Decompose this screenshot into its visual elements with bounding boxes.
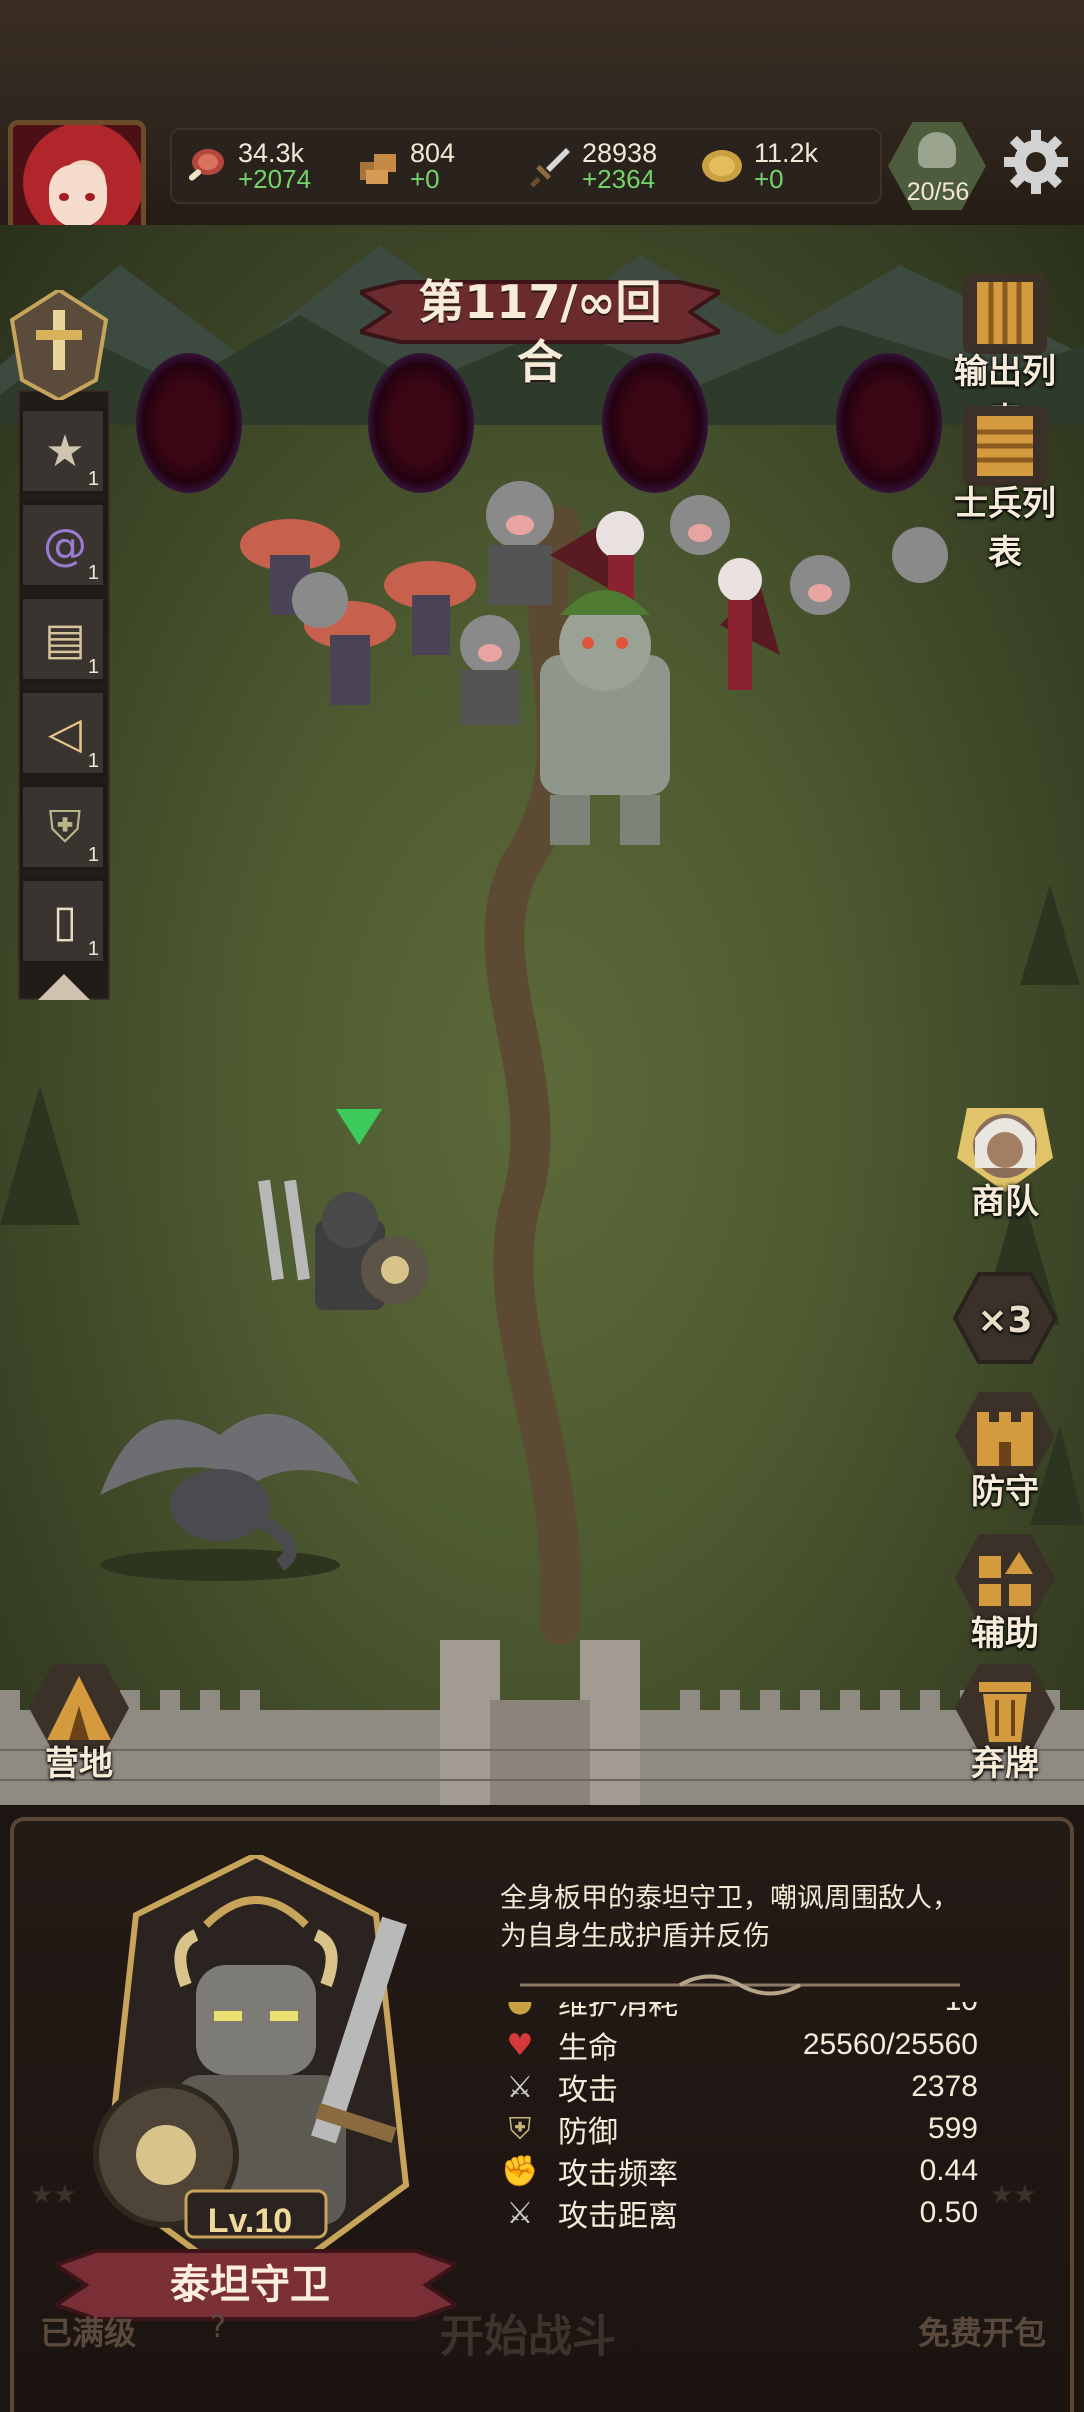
coin-icon	[696, 140, 748, 192]
soldier-list-label: 士兵列表	[954, 484, 1056, 573]
dragon-unit[interactable]	[80, 1375, 370, 1585]
scroll-map-icon: ▤	[44, 613, 86, 665]
wood-delta: +0	[410, 164, 440, 194]
wood-icon	[352, 140, 404, 192]
stat-value: 2378	[911, 2070, 978, 2103]
enemy-horde	[240, 481, 948, 845]
skill-pentagram[interactable]: ★ 1	[20, 408, 106, 494]
stat-value: 0.44	[919, 2154, 978, 2187]
stat-row-upkeep: ● 维护消耗 10	[498, 2002, 978, 2022]
castle-wall	[0, 1640, 1084, 1805]
caravan-label: 商队	[971, 1182, 1039, 1222]
attack-delta: +2364	[582, 164, 656, 194]
stat-value: 25560/25560	[802, 2028, 978, 2061]
resource-meat: 34.3k +2074	[172, 130, 344, 202]
skill-shield[interactable]: ⛨ 1	[20, 784, 106, 870]
unit-stats: ● 维护消耗 10 ♥ 生命 25560/25560 ⚔ 攻击 2378 ⛨ 防…	[498, 2002, 978, 2242]
decor-star-icon: ★★	[990, 2180, 1037, 2210]
meat-icon	[180, 140, 232, 192]
stat-label: 攻击距离	[558, 2199, 678, 2234]
resource-sword: 28938 +2364	[516, 130, 688, 202]
range-sword-icon: ⚔	[506, 2195, 534, 2231]
battlefield	[0, 225, 1084, 1805]
stat-row-attack-speed: ✊ 攻击频率 0.44	[498, 2150, 978, 2193]
coin-delta: +0	[754, 164, 784, 194]
selection-marker-icon	[336, 1109, 382, 1145]
unit-level: Lv.10	[207, 2202, 293, 2240]
skill-count: 1	[87, 938, 99, 960]
sword-icon	[524, 140, 576, 192]
skill-count: 1	[87, 468, 99, 490]
top-bar: 34.3k +2074 804 +0 28938 +2364 11.2k +0 20/5…	[0, 0, 1084, 258]
round-counter-suffix: 合	[517, 335, 563, 389]
gear-icon[interactable]	[1000, 126, 1072, 198]
camp-button[interactable]: 营地	[14, 1660, 144, 1785]
skill-map[interactable]: ▤ 1	[20, 596, 106, 682]
skill-horn[interactable]: ◁ 1	[20, 690, 106, 776]
fist-icon: ✊	[501, 2153, 539, 2189]
shield-icon: ⛨	[48, 801, 82, 853]
resource-wood: 804 +0	[344, 130, 516, 202]
defense-label: 防守	[971, 1472, 1039, 1512]
skill-parchment[interactable]: ▯ 1	[20, 878, 106, 964]
soldier-list-button[interactable]: 士兵列表	[940, 400, 1070, 574]
defense-shield-icon: ⛨	[508, 2111, 532, 2147]
discard-label: 弃牌	[971, 1744, 1039, 1784]
unit-description: 全身板甲的泰坦守卫，嘲讽周围敌人，为自身生成护盾并反伤	[500, 1883, 959, 1952]
ornate-divider	[520, 1974, 960, 1996]
heart-icon: ♥	[506, 2027, 534, 2063]
resource-coin: 11.2k +0	[688, 130, 860, 202]
stat-row-range: ⚔ 攻击距离 0.50	[498, 2192, 978, 2235]
upkeep-icon: ●	[498, 2002, 542, 2021]
stat-row-defense: ⛨ 防御 599	[498, 2108, 978, 2151]
speed-button[interactable]: ×3	[940, 1270, 1070, 1364]
stat-label: 防御	[558, 2115, 618, 2150]
assist-button[interactable]: 辅助	[940, 1530, 1070, 1655]
caravan-button[interactable]: 商队	[940, 1098, 1070, 1223]
wood-value: 804	[410, 138, 456, 168]
free-pack-button[interactable]: 免费开包	[918, 2308, 1046, 2354]
skill-count: 1	[87, 844, 99, 866]
people-icon	[918, 132, 956, 168]
parchment-icon: ▯	[52, 895, 78, 947]
attack-value: 28938	[582, 138, 658, 168]
mushroom-mage-enemy	[240, 519, 476, 705]
avatar-face	[49, 165, 107, 227]
attack-swords-icon: ⚔	[506, 2069, 534, 2105]
stat-row-attack: ⚔ 攻击 2378	[498, 2066, 978, 2109]
stat-value: 599	[927, 2112, 978, 2145]
stat-label: 维护消耗	[558, 2002, 678, 2022]
help-button[interactable]: ?	[210, 2310, 226, 2345]
defense-button[interactable]: 防守	[940, 1388, 1070, 1513]
meat-value: 34.3k	[238, 138, 305, 168]
start-battle-button[interactable]: 开始战斗	[440, 2300, 616, 2364]
stat-label: 攻击	[558, 2073, 618, 2108]
discard-button[interactable]: 弃牌	[940, 1660, 1070, 1785]
stat-value: 0.50	[919, 2196, 978, 2229]
skill-vortex[interactable]: @1	[20, 502, 106, 588]
horn-icon: ◁	[48, 707, 82, 759]
speed-label: ×3	[977, 1300, 1033, 1341]
population-count: 20/56	[906, 178, 970, 206]
unit-name: 泰坦守卫	[170, 2262, 330, 2308]
meat-delta: +2074	[238, 164, 312, 194]
stat-value: 10	[945, 2002, 978, 2018]
stat-label: 攻击频率	[558, 2157, 678, 2192]
assist-label: 辅助	[971, 1614, 1039, 1654]
maxed-button[interactable]: 已满级	[40, 2308, 136, 2354]
titan-guard-unit[interactable]	[255, 1180, 435, 1340]
stat-row-hp: ♥ 生命 25560/25560	[498, 2024, 978, 2067]
chevron-up-icon[interactable]	[34, 970, 94, 1004]
stat-label: 生命	[558, 2031, 618, 2066]
pentagram-icon: ★	[45, 425, 85, 477]
camp-label: 营地	[45, 1744, 113, 1784]
skill-count: 1	[87, 750, 99, 772]
dagger-emblem-icon[interactable]	[6, 290, 112, 400]
resource-bar: 34.3k +2074 804 +0 28938 +2364 11.2k +0	[170, 128, 882, 204]
round-counter: 第117/∞回	[418, 275, 662, 329]
skill-count: 1	[87, 562, 99, 584]
vortex-icon: @	[43, 519, 87, 571]
skill-count: 1	[87, 656, 99, 678]
coin-value: 11.2k	[754, 138, 819, 168]
